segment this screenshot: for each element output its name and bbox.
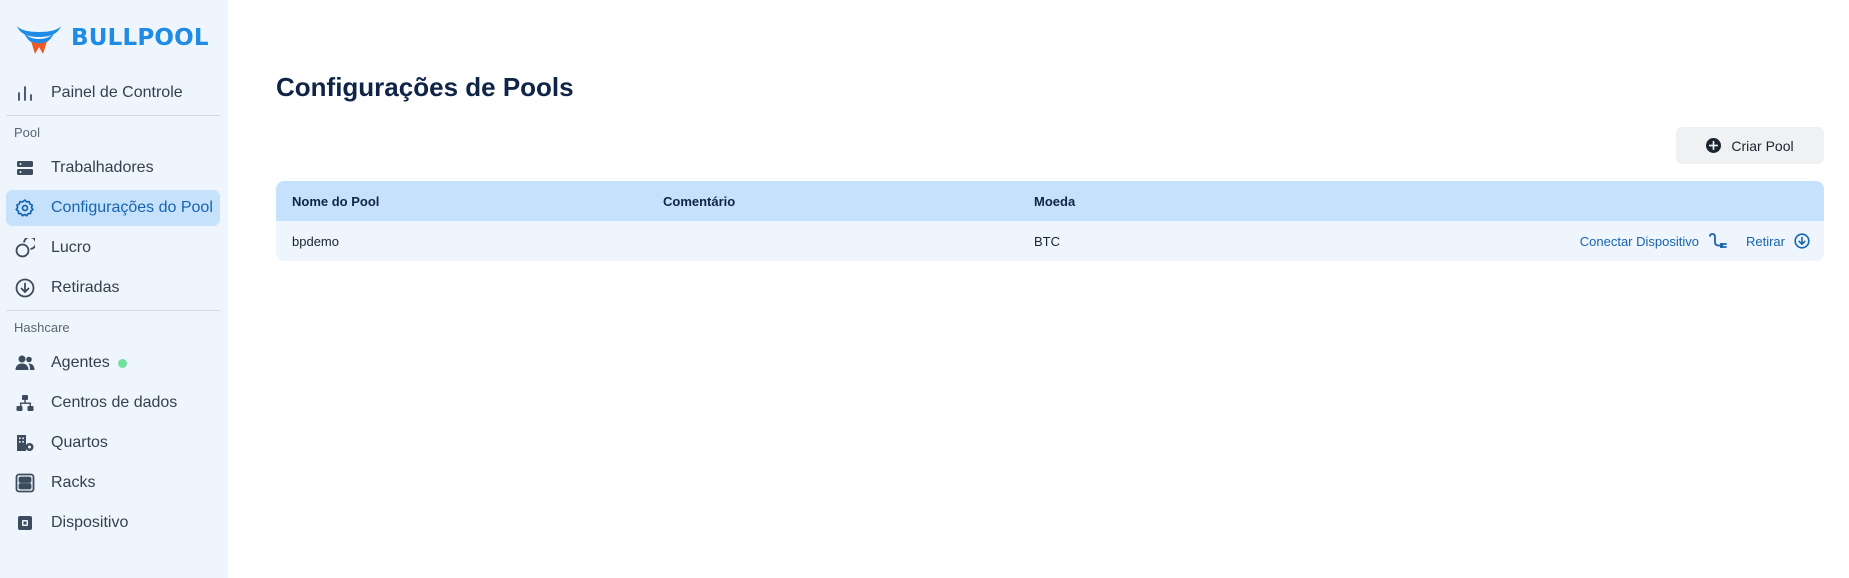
connect-device-label: Conectar Dispositivo xyxy=(1579,233,1699,249)
sidebar-item-withdrawals[interactable]: Retiradas xyxy=(6,270,220,306)
sidebar-item-label: Agentes xyxy=(51,354,110,371)
chip-icon xyxy=(14,512,36,534)
cell-pool-name: bpdemo xyxy=(292,233,339,249)
sidebar-item-label: Quartos xyxy=(51,434,108,451)
row-actions: Conectar Dispositivo Retirar xyxy=(1580,221,1810,261)
arrow-down-circle-icon xyxy=(1794,233,1810,249)
sidebar-item-datacenters[interactable]: Centros de dados xyxy=(6,385,220,421)
column-header-currency[interactable]: Moeda xyxy=(1034,194,1075,209)
sidebar: BULLPOOL Painel de Controle Pool Trabalh… xyxy=(0,0,228,578)
sidebar-item-label: Retiradas xyxy=(51,279,120,296)
users-icon xyxy=(14,352,36,374)
page-title: Configurações de Pools xyxy=(276,72,574,102)
bar-chart-icon xyxy=(14,82,36,104)
cell-currency: BTC xyxy=(1034,233,1060,249)
sidebar-item-label: Trabalhadores xyxy=(51,159,154,176)
withdraw-label: Retirar xyxy=(1745,233,1785,249)
column-header-pool-name[interactable]: Nome do Pool xyxy=(292,194,379,209)
table-row[interactable]: bpdemo BTC Conectar Dispositivo Retirar xyxy=(276,221,1824,261)
arrow-down-circle-icon xyxy=(14,277,36,299)
sidebar-item-label: Configurações do Pool xyxy=(51,199,213,216)
rack-icon xyxy=(14,472,36,494)
sidebar-divider xyxy=(6,115,220,116)
brand-name: BULLPOOL xyxy=(71,25,209,51)
connect-device-button[interactable]: Conectar Dispositivo xyxy=(1580,233,1727,249)
sidebar-item-label: Painel de Controle xyxy=(51,84,183,101)
bull-logo-icon xyxy=(17,26,61,54)
brand-logo[interactable]: BULLPOOL xyxy=(14,20,209,56)
table-header: Nome do Pool Comentário Moeda xyxy=(276,181,1824,221)
column-header-comment[interactable]: Comentário xyxy=(663,194,735,209)
server-icon xyxy=(14,157,36,179)
plus-circle-icon xyxy=(1706,138,1722,153)
gear-icon xyxy=(14,197,36,219)
sidebar-item-label: Dispositivo xyxy=(51,514,129,531)
sidebar-item-workers[interactable]: Trabalhadores xyxy=(6,150,220,186)
sidebar-divider xyxy=(6,310,220,311)
create-pool-button[interactable]: Criar Pool xyxy=(1676,127,1824,164)
pools-table: Nome do Pool Comentário Moeda bpdemo BTC… xyxy=(276,181,1824,261)
sidebar-item-profit[interactable]: Lucro xyxy=(6,230,220,266)
sidebar-item-label: Racks xyxy=(51,474,96,491)
section-label-pool: Pool xyxy=(14,125,41,140)
coins-icon xyxy=(14,237,36,259)
sidebar-item-rooms[interactable]: Quartos xyxy=(6,425,220,461)
sidebar-item-pool-settings[interactable]: Configurações do Pool xyxy=(6,190,220,226)
sidebar-item-racks[interactable]: Racks xyxy=(6,465,220,501)
create-pool-label: Criar Pool xyxy=(1731,137,1794,154)
sitemap-icon xyxy=(14,392,36,414)
sidebar-item-label: Centros de dados xyxy=(51,394,178,411)
sidebar-item-device[interactable]: Dispositivo xyxy=(6,505,220,541)
sidebar-item-dashboard[interactable]: Painel de Controle xyxy=(6,75,220,111)
withdraw-button[interactable]: Retirar xyxy=(1746,233,1810,249)
building-gear-icon xyxy=(14,432,36,454)
online-status-dot xyxy=(117,358,127,368)
plug-icon xyxy=(1709,233,1727,248)
sidebar-item-label: Lucro xyxy=(51,239,92,256)
sidebar-item-agents[interactable]: Agentes xyxy=(6,345,220,381)
section-label-hashcare: Hashcare xyxy=(14,320,70,335)
